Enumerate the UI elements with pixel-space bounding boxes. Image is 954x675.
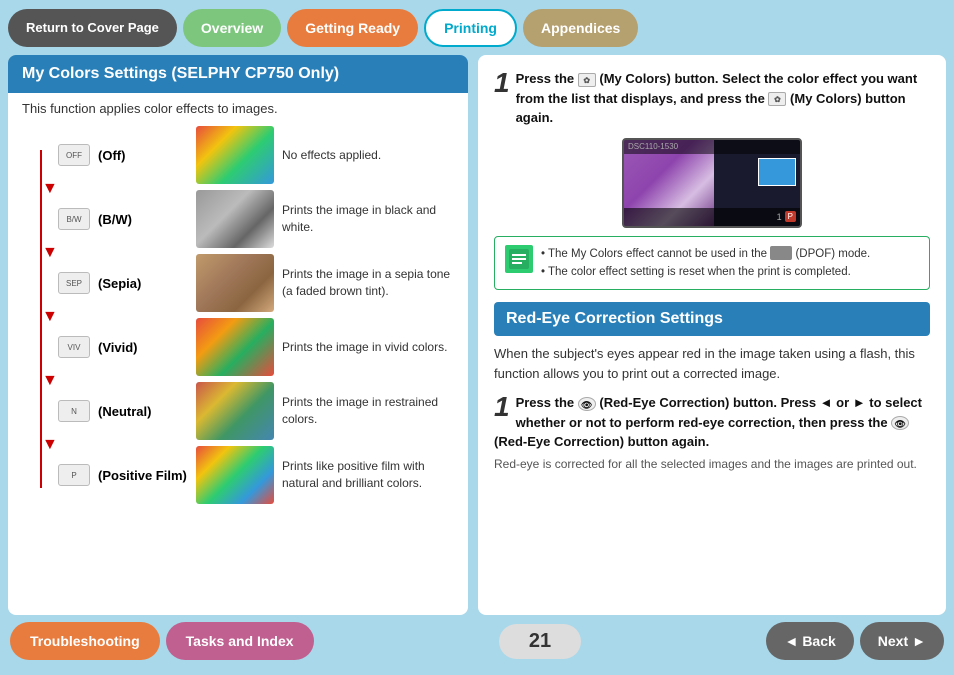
- camera-count: 1: [777, 212, 782, 222]
- printing-btn[interactable]: Printing: [424, 9, 517, 47]
- step2-text: Press the 👁 (Red-Eye Correction) button.…: [494, 393, 930, 452]
- right-panel: 1 Press the ✿ (My Colors) button. Select…: [478, 55, 946, 615]
- back-label: Back: [802, 633, 835, 649]
- item-thumbnail: [196, 446, 274, 504]
- note-box: • The My Colors effect cannot be used in…: [494, 236, 930, 291]
- step2-number: 1: [494, 393, 510, 421]
- arrow-down-icon: ▼: [42, 180, 58, 198]
- back-button[interactable]: ◄ Back: [766, 622, 853, 660]
- item-thumbnail: [196, 318, 274, 376]
- item-description: Prints the image in black and white.: [282, 202, 454, 236]
- item-description: Prints the image in a sepia tone (a fade…: [282, 266, 454, 300]
- camera-preview: DSC110-1530 1 P: [494, 138, 930, 228]
- color-item-row: ▼N(Neutral)Prints the image in restraine…: [30, 382, 454, 440]
- item-icon: N: [58, 400, 90, 422]
- item-description: Prints the image in restrained colors.: [282, 394, 454, 428]
- item-description: Prints the image in vivid colors.: [282, 339, 454, 356]
- camera-screen: DSC110-1530 1 P: [622, 138, 802, 228]
- note-line-1: • The My Colors effect cannot be used in…: [541, 245, 870, 263]
- item-description: Prints like positive film with natural a…: [282, 458, 454, 492]
- page-number-container: 21: [320, 624, 761, 659]
- subtitle: This function applies color effects to i…: [22, 101, 454, 116]
- back-arrow-icon: ◄: [784, 633, 798, 649]
- main-content: My Colors Settings (SELPHY CP750 Only) T…: [8, 55, 946, 615]
- arrow-down-icon: ▼: [42, 436, 58, 454]
- item-icon: OFF: [58, 144, 90, 166]
- left-panel-body: This function applies color effects to i…: [8, 93, 468, 518]
- tasks-and-index-btn[interactable]: Tasks and Index: [166, 622, 314, 660]
- next-button[interactable]: Next ►: [860, 622, 944, 660]
- note-icon: [505, 245, 533, 273]
- item-label: (Neutral): [98, 404, 188, 419]
- arrow-down-icon: ▼: [42, 372, 58, 390]
- camera-bottom-bar: 1 P: [624, 208, 800, 226]
- item-thumbnail: [196, 190, 274, 248]
- color-item-row: ▼VIV(Vivid)Prints the image in vivid col…: [30, 318, 454, 376]
- note-line-2: • The color effect setting is reset when…: [541, 263, 870, 281]
- step1-section: 1 Press the ✿ (My Colors) button. Select…: [494, 69, 930, 128]
- item-icon: VIV: [58, 336, 90, 358]
- step1-number: 1: [494, 69, 510, 97]
- item-label: (B/W): [98, 212, 188, 227]
- red-eye-section-header: Red-Eye Correction Settings: [494, 302, 930, 336]
- red-eye-description: When the subject's eyes appear red in th…: [494, 344, 930, 383]
- item-label: (Positive Film): [98, 468, 188, 483]
- troubleshooting-btn[interactable]: Troubleshooting: [10, 622, 160, 660]
- camera-p-icon: P: [785, 211, 796, 222]
- item-thumbnail: [196, 254, 274, 312]
- arrow-down-icon: ▼: [42, 244, 58, 262]
- step2-subtext: Red-eye is corrected for all the selecte…: [494, 456, 930, 473]
- color-item-row: ▼B/W(B/W)Prints the image in black and w…: [30, 190, 454, 248]
- step2-section: 1 Press the 👁 (Red-Eye Correction) butto…: [494, 393, 930, 472]
- left-panel: My Colors Settings (SELPHY CP750 Only) T…: [8, 55, 468, 615]
- item-label: (Vivid): [98, 340, 188, 355]
- item-label: (Sepia): [98, 276, 188, 291]
- next-arrow-icon: ►: [912, 633, 926, 649]
- page-number: 21: [499, 624, 581, 659]
- color-item-row: OFF (Off) No effects applied.: [30, 126, 454, 184]
- appendices-btn[interactable]: Appendices: [523, 9, 638, 47]
- item-icon: P: [58, 464, 90, 486]
- bottom-navigation: Troubleshooting Tasks and Index 21 ◄ Bac…: [0, 615, 954, 667]
- color-item-row: ▼P(Positive Film)Prints like positive fi…: [30, 446, 454, 504]
- getting-ready-btn[interactable]: Getting Ready: [287, 9, 418, 47]
- camera-thumbnail: [758, 158, 796, 186]
- arrow-down-icon: ▼: [42, 308, 58, 326]
- top-navigation: Return to Cover Page Overview Getting Re…: [0, 0, 954, 55]
- step1-text: Press the ✿ (My Colors) button. Select t…: [516, 69, 930, 128]
- item-icon: SEP: [58, 272, 90, 294]
- item-icon: B/W: [58, 208, 90, 230]
- color-items-list: OFF(Off)No effects applied.▼B/W(B/W)Prin…: [30, 126, 454, 504]
- item-thumbnail: [196, 126, 274, 184]
- item-label: (Off): [98, 148, 188, 163]
- note-content: • The My Colors effect cannot be used in…: [541, 245, 870, 282]
- left-panel-title: My Colors Settings (SELPHY CP750 Only): [8, 55, 468, 93]
- return-to-cover-btn[interactable]: Return to Cover Page: [8, 9, 177, 47]
- back-next-controls: ◄ Back Next ►: [766, 622, 944, 660]
- camera-top-bar: DSC110-1530: [624, 140, 800, 154]
- item-description: No effects applied.: [282, 147, 454, 164]
- overview-btn[interactable]: Overview: [183, 9, 281, 47]
- next-label: Next: [878, 633, 908, 649]
- color-item-row: ▼SEP(Sepia)Prints the image in a sepia t…: [30, 254, 454, 312]
- item-thumbnail: [196, 382, 274, 440]
